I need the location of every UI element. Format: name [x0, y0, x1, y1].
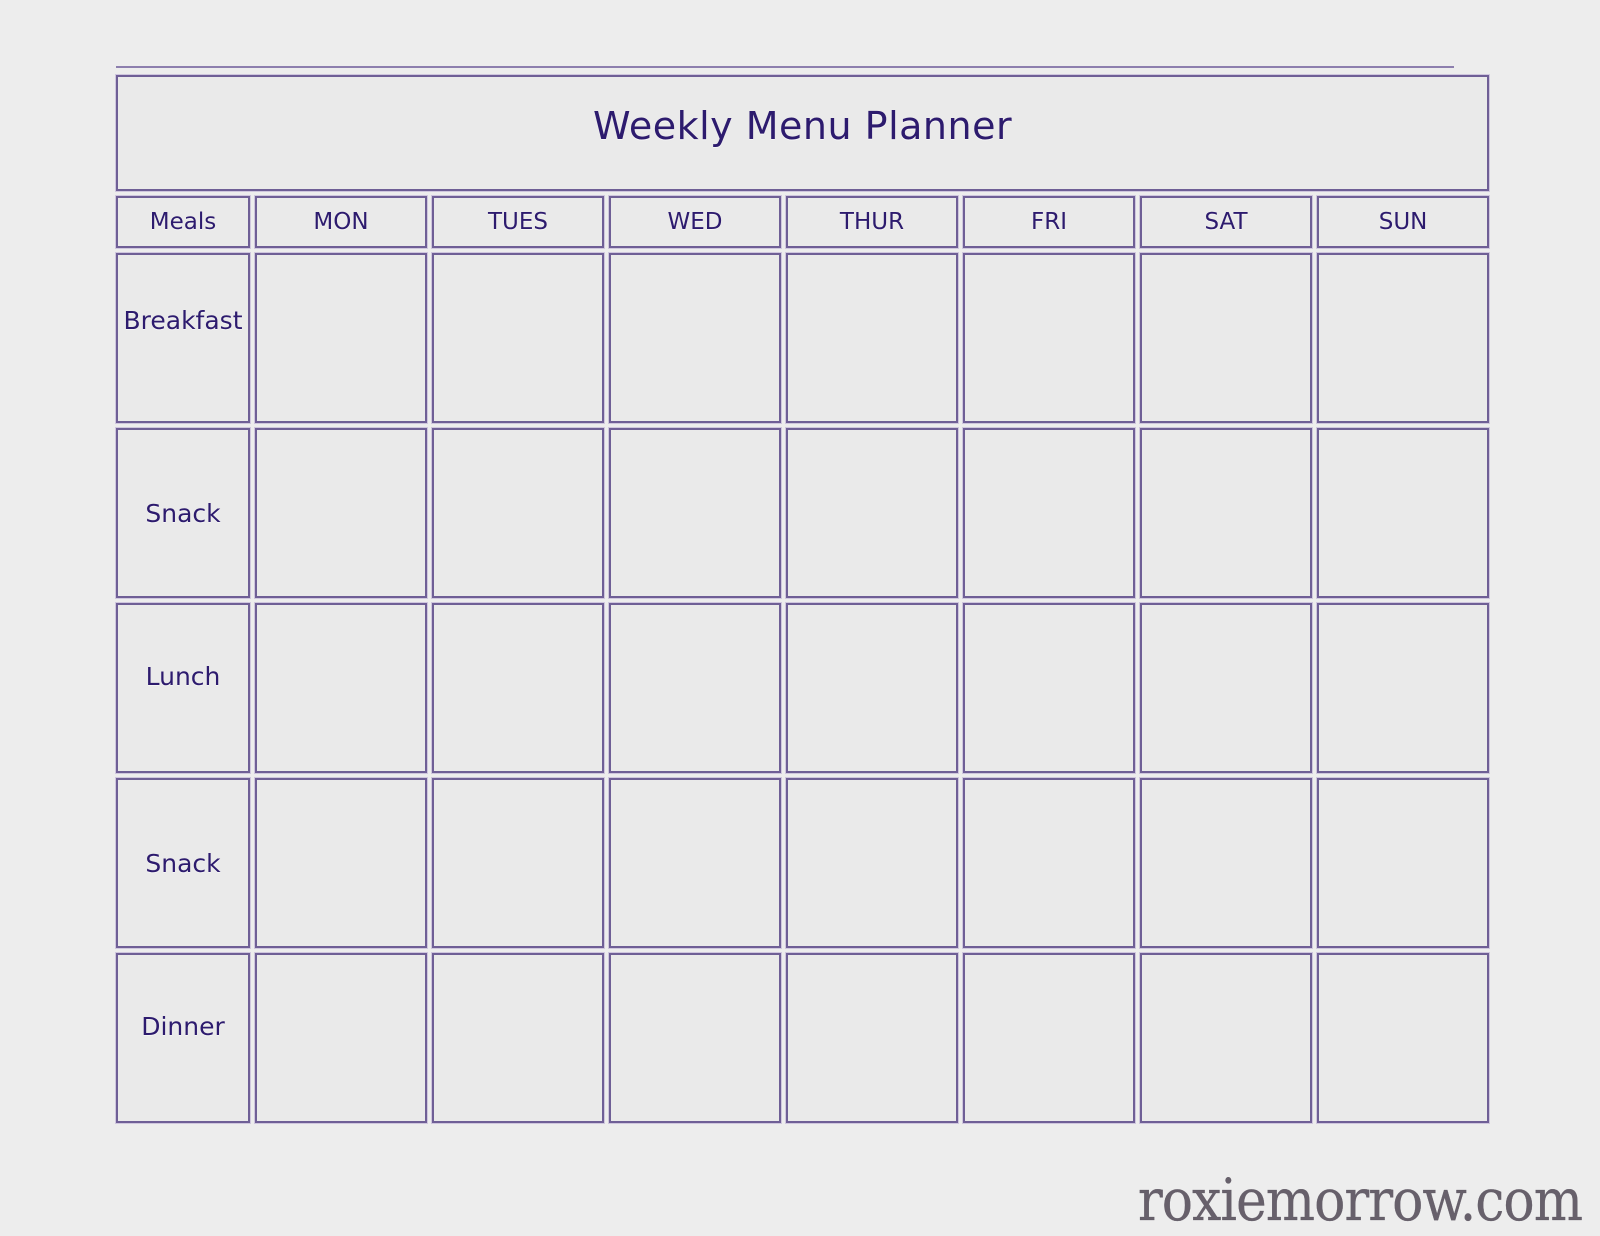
table-row-breakfast: Breakfast	[116, 253, 1490, 423]
meal-label-dinner: Dinner	[141, 1011, 225, 1041]
table-row-dinner: Dinner	[116, 953, 1490, 1123]
entry-cell-breakfast-sat[interactable]	[1140, 253, 1312, 423]
header-label-meals: Meals	[149, 208, 217, 235]
meal-label-lunch: Lunch	[145, 661, 221, 691]
entry-cell-dinner-tues[interactable]	[432, 953, 604, 1123]
table-row-snack-afternoon: Snack	[116, 778, 1490, 948]
entry-cell-breakfast-fri[interactable]	[963, 253, 1135, 423]
entry-cell-lunch-wed[interactable]	[609, 603, 781, 773]
entry-cell-snack-morning-fri[interactable]	[963, 428, 1135, 598]
entry-cell-snack-afternoon-tues[interactable]	[432, 778, 604, 948]
table-row-lunch: Lunch	[116, 603, 1490, 773]
page-title: Weekly Menu Planner	[593, 104, 1013, 148]
title-row: Weekly Menu Planner	[116, 75, 1490, 191]
meal-label-cell-lunch: Lunch	[116, 603, 250, 773]
header-cell-fri: FRI	[963, 196, 1135, 248]
planner-title-cell: Weekly Menu Planner	[116, 75, 1490, 191]
entry-cell-snack-afternoon-mon[interactable]	[255, 778, 427, 948]
meal-label-breakfast: Breakfast	[123, 305, 243, 335]
header-cell-tues: TUES	[432, 196, 604, 248]
header-label-mon: MON	[313, 208, 369, 235]
site-watermark: roxiemorrow.com	[1137, 1167, 1583, 1235]
header-cell-thur: THUR	[786, 196, 958, 248]
planner-table-body: Breakfast Snack Lunch Snack Dinner	[116, 253, 1490, 1123]
entry-cell-snack-morning-tues[interactable]	[432, 428, 604, 598]
entry-cell-snack-afternoon-thur[interactable]	[786, 778, 958, 948]
planner-table-head: Weekly Menu Planner Meals MON TUES WED T…	[116, 75, 1490, 248]
entry-cell-snack-morning-thur[interactable]	[786, 428, 958, 598]
entry-cell-breakfast-sun[interactable]	[1317, 253, 1490, 423]
outer-frame-top-rule	[116, 66, 1454, 68]
header-label-sat: SAT	[1204, 208, 1248, 235]
entry-cell-lunch-fri[interactable]	[963, 603, 1135, 773]
entry-cell-dinner-sun[interactable]	[1317, 953, 1490, 1123]
meal-label-snack-afternoon: Snack	[145, 848, 221, 878]
entry-cell-snack-morning-sat[interactable]	[1140, 428, 1312, 598]
entry-cell-dinner-mon[interactable]	[255, 953, 427, 1123]
weekly-menu-planner-table: Weekly Menu Planner Meals MON TUES WED T…	[111, 70, 1494, 1128]
header-label-tues: TUES	[487, 208, 548, 235]
entry-cell-lunch-tues[interactable]	[432, 603, 604, 773]
header-label-fri: FRI	[1031, 208, 1067, 235]
entry-cell-lunch-sun[interactable]	[1317, 603, 1490, 773]
header-row: Meals MON TUES WED THUR FRI SAT SUN	[116, 196, 1490, 248]
header-label-thur: THUR	[839, 208, 905, 235]
planner-container: Weekly Menu Planner Meals MON TUES WED T…	[114, 66, 1490, 1128]
meal-label-snack-morning: Snack	[145, 498, 221, 528]
entry-cell-snack-afternoon-fri[interactable]	[963, 778, 1135, 948]
meal-label-cell-breakfast: Breakfast	[116, 253, 250, 423]
entry-cell-breakfast-wed[interactable]	[609, 253, 781, 423]
entry-cell-snack-afternoon-sat[interactable]	[1140, 778, 1312, 948]
planner-page: Weekly Menu Planner Meals MON TUES WED T…	[0, 0, 1600, 1236]
entry-cell-dinner-sat[interactable]	[1140, 953, 1312, 1123]
entry-cell-snack-morning-sun[interactable]	[1317, 428, 1490, 598]
header-label-wed: WED	[667, 208, 723, 235]
entry-cell-breakfast-tues[interactable]	[432, 253, 604, 423]
entry-cell-snack-morning-mon[interactable]	[255, 428, 427, 598]
header-label-sun: SUN	[1378, 208, 1428, 235]
header-cell-sun: SUN	[1317, 196, 1490, 248]
entry-cell-lunch-mon[interactable]	[255, 603, 427, 773]
meal-label-cell-snack-afternoon: Snack	[116, 778, 250, 948]
meal-label-cell-snack-morning: Snack	[116, 428, 250, 598]
entry-cell-lunch-thur[interactable]	[786, 603, 958, 773]
entry-cell-breakfast-thur[interactable]	[786, 253, 958, 423]
header-cell-wed: WED	[609, 196, 781, 248]
entry-cell-dinner-wed[interactable]	[609, 953, 781, 1123]
header-cell-meals: Meals	[116, 196, 250, 248]
entry-cell-lunch-sat[interactable]	[1140, 603, 1312, 773]
entry-cell-dinner-fri[interactable]	[963, 953, 1135, 1123]
entry-cell-dinner-thur[interactable]	[786, 953, 958, 1123]
table-row-snack-morning: Snack	[116, 428, 1490, 598]
entry-cell-snack-morning-wed[interactable]	[609, 428, 781, 598]
meal-label-cell-dinner: Dinner	[116, 953, 250, 1123]
entry-cell-snack-afternoon-sun[interactable]	[1317, 778, 1490, 948]
header-cell-sat: SAT	[1140, 196, 1312, 248]
header-cell-mon: MON	[255, 196, 427, 248]
entry-cell-snack-afternoon-wed[interactable]	[609, 778, 781, 948]
entry-cell-breakfast-mon[interactable]	[255, 253, 427, 423]
